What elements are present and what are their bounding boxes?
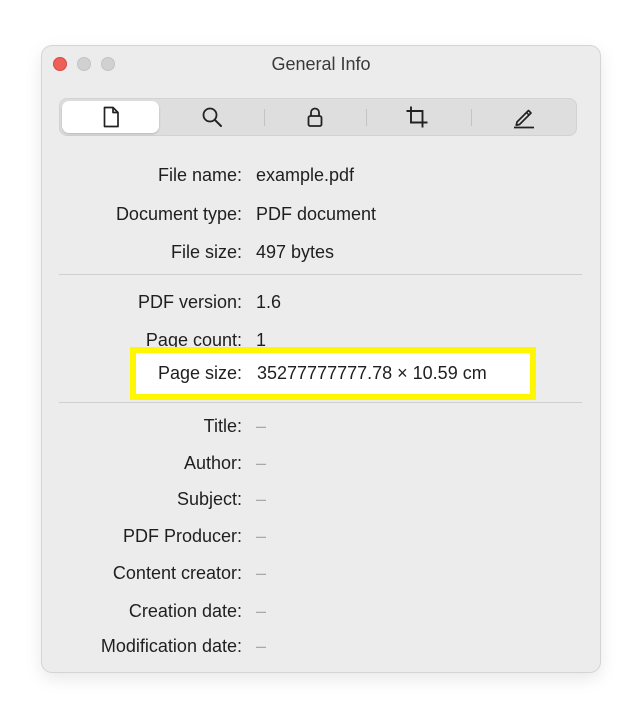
document-icon [101, 106, 121, 128]
modification-date-label: Modification date: [100, 636, 242, 656]
title-label: Title: [203, 416, 242, 436]
section-divider [59, 402, 582, 403]
pdf-version-label: PDF version: [137, 292, 242, 312]
author-value: – [256, 453, 267, 473]
inspector-tab-bar [59, 98, 577, 136]
pdf-producer-label: PDF Producer: [122, 526, 242, 546]
subject-value: – [256, 489, 267, 509]
pdf-version-value: 1.6 [256, 292, 282, 312]
info-row-content-creator: Content creator: – [42, 560, 600, 586]
search-icon [201, 106, 223, 128]
tab-general-info[interactable] [62, 101, 159, 133]
info-row-file-name: File name: example.pdf [42, 162, 600, 188]
pencil-icon [512, 105, 536, 129]
tab-search[interactable] [162, 101, 262, 133]
file-name-value: example.pdf [256, 165, 355, 185]
info-row-pdf-producer: PDF Producer: – [42, 523, 600, 549]
file-size-label: File size: [170, 242, 242, 262]
window-title: General Info [271, 54, 371, 74]
page-size-label: Page size: [157, 363, 242, 383]
info-row-subject: Subject: – [42, 486, 600, 512]
file-size-value: 497 bytes [256, 242, 335, 262]
info-row-creation-date: Creation date: – [42, 598, 600, 624]
info-row-file-size: File size: 497 bytes [42, 239, 600, 265]
modification-date-value: – [256, 636, 267, 656]
title-bar[interactable]: General Info [42, 46, 600, 82]
creation-date-value: – [256, 601, 267, 621]
lock-icon [306, 106, 324, 128]
info-row-title: Title: – [42, 413, 600, 439]
tab-annotate[interactable] [472, 101, 575, 133]
title-value: – [256, 416, 267, 436]
crop-icon [405, 105, 429, 129]
tab-crop[interactable] [367, 101, 467, 133]
info-row-author: Author: – [42, 450, 600, 476]
page-size-value: 35277777777.78 × 10.59 cm [257, 363, 487, 383]
info-row-page-size: Page size: 35277777777.78 × 10.59 cm [0, 359, 638, 387]
content-creator-label: Content creator: [112, 563, 242, 583]
info-row-document-type: Document type: PDF document [42, 201, 600, 227]
info-row-modification-date: Modification date: – [42, 633, 600, 659]
author-label: Author: [183, 453, 242, 473]
file-name-label: File name: [157, 165, 242, 185]
content-creator-value: – [256, 563, 267, 583]
info-row-pdf-version: PDF version: 1.6 [42, 289, 600, 315]
subject-label: Subject: [176, 489, 242, 509]
document-type-label: Document type: [115, 204, 242, 224]
creation-date-label: Creation date: [128, 601, 242, 621]
document-type-value: PDF document [256, 204, 377, 224]
pdf-producer-value: – [256, 526, 267, 546]
section-divider [59, 274, 582, 275]
tab-security[interactable] [265, 101, 365, 133]
